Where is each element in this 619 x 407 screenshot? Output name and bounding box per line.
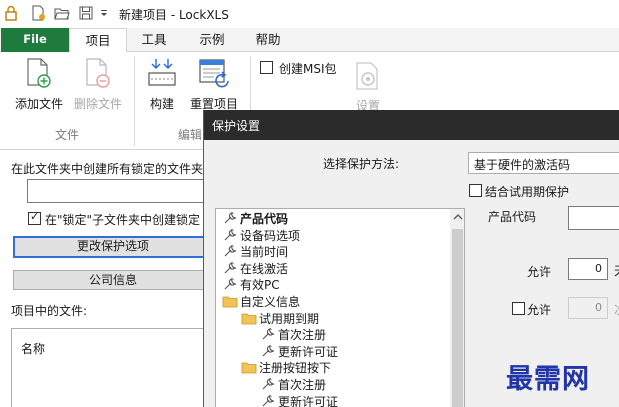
trial-period-checkbox[interactable] <box>469 184 482 197</box>
tree-item-label: 产品代码 <box>240 212 289 226</box>
delete-file-button[interactable]: 删除文件 <box>69 55 127 113</box>
allow-days-suffix: 天 <box>614 262 619 279</box>
dialog-title-bar[interactable]: 保护设置 <box>204 110 619 140</box>
tree-item-label: 设备码选项 <box>240 228 301 243</box>
wrench-icon <box>260 344 276 358</box>
tab-project[interactable]: 项目 <box>69 28 127 53</box>
title-bar: 新建项目 - LockXLS <box>0 0 619 28</box>
ribbon-divider <box>134 56 135 146</box>
tree-item[interactable]: 注册按钮按下 <box>241 360 331 376</box>
settings-icon <box>353 59 383 96</box>
tree-item[interactable]: 设备码选项 <box>222 228 300 244</box>
settings-button[interactable]: 设置 <box>345 57 391 115</box>
tree-item[interactable]: 产品代码 <box>222 211 288 227</box>
tree-item[interactable]: 试用期到期 <box>241 311 319 327</box>
locked-subfolder-checkbox[interactable] <box>28 210 41 225</box>
new-file-icon[interactable] <box>30 5 46 21</box>
wrench-icon <box>222 261 238 275</box>
tree-item[interactable]: 当前时间 <box>222 244 288 260</box>
tab-help[interactable]: 帮助 <box>246 28 290 52</box>
delete-file-label: 删除文件 <box>73 97 122 111</box>
tab-examples[interactable]: 示例 <box>186 28 238 52</box>
tree-item-label: 有效PC <box>240 278 280 293</box>
tab-file[interactable]: File <box>1 28 69 52</box>
reset-project-icon <box>198 57 230 92</box>
method-select[interactable]: 基于硬件的激活码 <box>468 152 619 174</box>
open-folder-icon[interactable] <box>54 5 70 21</box>
ribbon-tab-bar: File 项目 工具 示例 帮助 <box>0 28 619 53</box>
folder-icon <box>241 311 257 325</box>
tree-item[interactable]: 首次注册 <box>260 327 326 343</box>
tree-item[interactable]: 更新许可证 <box>260 394 338 407</box>
folder-icon <box>241 360 257 374</box>
settings-tree-items: 产品代码 设备码选项 当前时间 在线激活 有效PC 自定义信息 试用期到期 首次注册 更新许可证… <box>216 209 450 407</box>
window-title: 新建项目 - LockXLS <box>119 8 229 22</box>
folder-icon <box>222 294 238 308</box>
company-info-button[interactable]: 公司信息 <box>13 270 213 290</box>
wrench-icon <box>222 228 238 242</box>
allow-runs-suffix: 次 <box>614 301 619 318</box>
allow-days-input[interactable]: 0 <box>568 258 608 280</box>
tree-item-label: 首次注册 <box>278 378 327 392</box>
wrench-icon <box>260 394 276 407</box>
allow-label: 允许 <box>527 265 552 279</box>
allow-runs-input[interactable]: 0 <box>568 297 608 319</box>
reset-project-button[interactable]: 重置项目 <box>184 55 244 113</box>
delete-file-icon <box>85 57 111 92</box>
wrench-icon <box>222 244 238 258</box>
customize-dropdown-icon[interactable] <box>98 5 110 21</box>
tree-item-label: 首次注册 <box>278 328 327 343</box>
tree-item[interactable]: 有效PC <box>222 277 280 293</box>
tree-item-label: 在线激活 <box>240 261 289 276</box>
product-code-label: 产品代码 <box>488 210 537 224</box>
tree-item[interactable]: 更新许可证 <box>260 344 338 360</box>
tree-scrollbar[interactable] <box>450 209 464 407</box>
tree-item-label: 更新许可证 <box>278 344 339 359</box>
trial-period-label: 结合试用期保护 <box>485 185 570 199</box>
create-msi-label: 创建MSI包 <box>279 62 337 76</box>
group-label-build: 编辑 <box>178 128 203 142</box>
tree-item-label: 注册按钮按下 <box>259 361 332 376</box>
allow-runs-checkbox[interactable] <box>512 302 525 315</box>
tree-item[interactable]: 自定义信息 <box>222 294 300 310</box>
tab-tools[interactable]: 工具 <box>128 28 180 52</box>
build-icon <box>147 57 177 92</box>
allow-runs-label: 允许 <box>527 303 552 317</box>
scroll-up-arrow-icon[interactable] <box>453 213 463 224</box>
locked-subfolder-label: 在"锁定"子文件夹中创建锁定 <box>45 213 201 227</box>
add-file-label: 添加文件 <box>14 97 63 111</box>
folder-path-input[interactable] <box>27 179 217 203</box>
wrench-icon <box>222 277 238 291</box>
tree-item-label: 更新许可证 <box>278 394 339 407</box>
method-select-value: 基于硬件的激活码 <box>474 158 571 172</box>
tree-item[interactable]: 首次注册 <box>260 377 326 393</box>
settings-tree[interactable]: 产品代码 设备码选项 当前时间 在线激活 有效PC 自定义信息 试用期到期 首次注册 更新许可证… <box>215 208 465 407</box>
group-label-files: 文件 <box>55 128 80 142</box>
save-icon[interactable] <box>78 5 94 21</box>
add-file-icon <box>26 57 52 92</box>
files-list[interactable]: 名称 <box>11 328 211 407</box>
tree-item[interactable]: 在线激活 <box>222 261 288 277</box>
create-folder-label: 在此文件夹中创建所有锁定的文件夹 <box>11 162 204 176</box>
build-label: 构建 <box>149 97 174 111</box>
tree-item-label: 当前时间 <box>240 245 289 260</box>
tree-scrollbar-thumb[interactable] <box>452 229 463 407</box>
product-code-input[interactable] <box>568 206 619 230</box>
create-msi-checkbox[interactable] <box>260 61 273 74</box>
wrench-icon <box>222 211 238 225</box>
wrench-icon <box>260 377 276 391</box>
wrench-icon <box>260 327 276 341</box>
watermark-logo: 最需网 <box>506 364 590 395</box>
method-label: 选择保护方法: <box>323 157 400 171</box>
add-file-button[interactable]: 添加文件 <box>10 55 68 113</box>
files-list-header-name[interactable]: 名称 <box>21 340 45 357</box>
tree-item-label: 试用期到期 <box>259 311 320 326</box>
lock-icon[interactable] <box>3 5 19 21</box>
build-button[interactable]: 构建 <box>142 55 182 113</box>
change-protection-button[interactable]: 更改保护选项 <box>13 236 213 258</box>
dialog-title: 保护设置 <box>212 119 261 133</box>
files-in-project-label: 项目中的文件: <box>11 304 88 318</box>
tree-item-label: 自定义信息 <box>240 295 301 309</box>
